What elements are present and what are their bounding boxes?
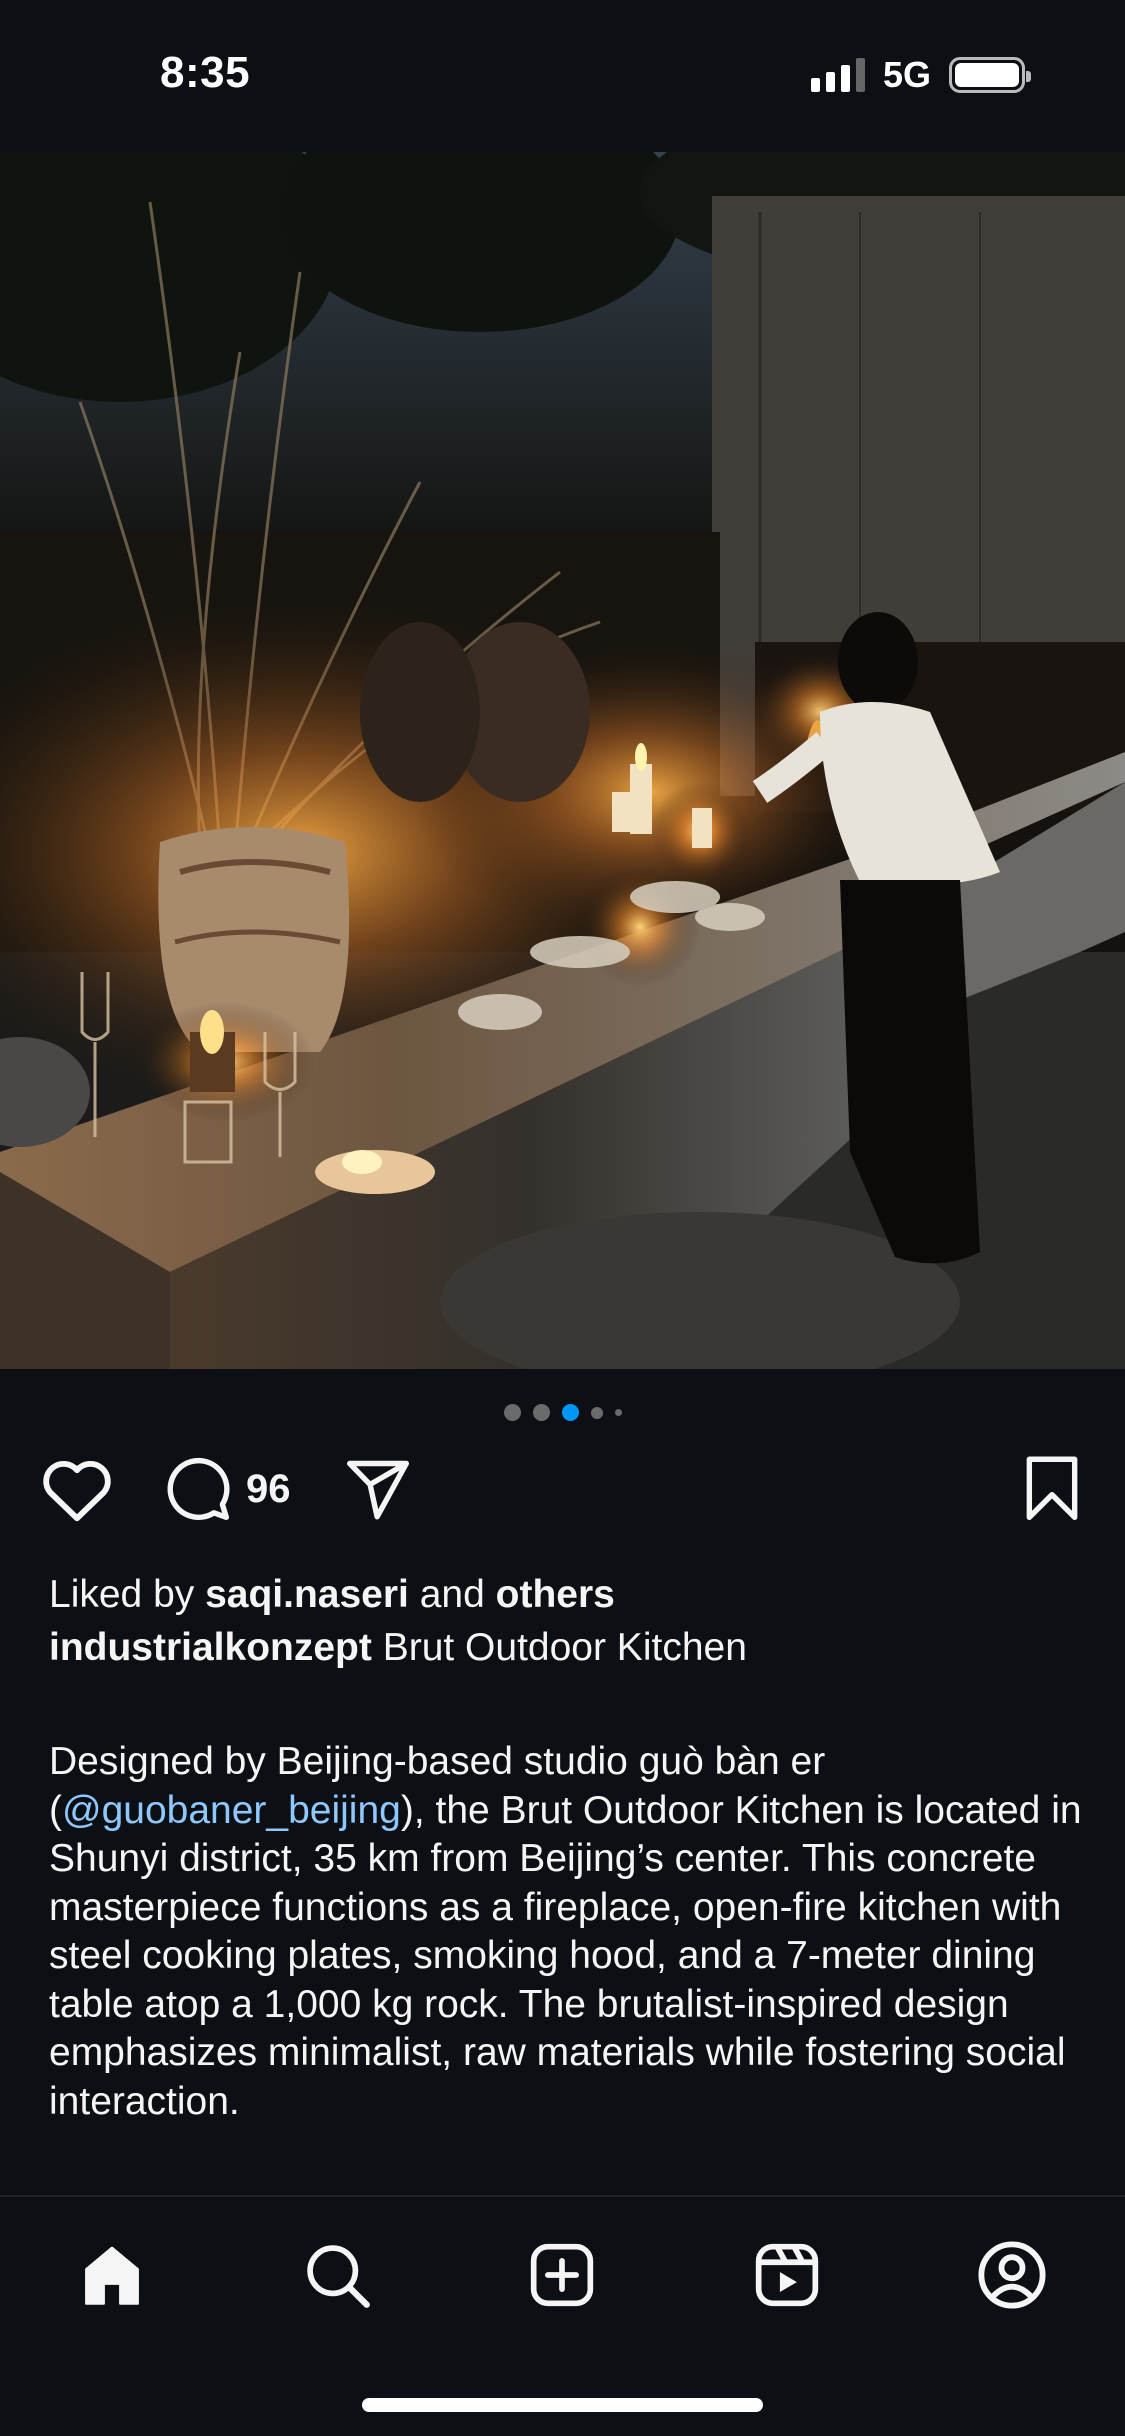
status-time: 8:35: [160, 48, 251, 97]
caption-line1: Designed by Beijing-based studio guò bàn…: [49, 1740, 826, 1783]
carousel-dot-active: [561, 1404, 579, 1421]
comment-button[interactable]: 96: [164, 1455, 291, 1523]
carousel-indicator: [0, 1404, 1125, 1421]
caption-rest: located in Shunyi district, 35 km from B…: [49, 1788, 1082, 2123]
like-button[interactable]: [40, 1455, 114, 1523]
likes-summary[interactable]: Liked by saqi.naseri and others: [49, 1573, 615, 1617]
comment-bubble-icon: [167, 1457, 230, 1521]
search-icon: [307, 2245, 370, 2308]
save-button[interactable]: [1023, 1455, 1081, 1523]
carousel-dot: [614, 1409, 622, 1416]
caption-username[interactable]: industrialkonzept: [49, 1626, 372, 1669]
caption-line2-rest: ), the Brut Outdoor Kitchen is: [400, 1788, 904, 1832]
nav-home[interactable]: [72, 2235, 152, 2315]
battery-icon: [949, 57, 1031, 93]
share-button[interactable]: [342, 1455, 414, 1523]
caption-header: industrialkonzept Brut Outdoor Kitchen: [49, 1626, 747, 1670]
reels-icon: [755, 2243, 819, 2307]
caption-body: Designed by Beijing-based studio guò bàn…: [49, 1738, 1089, 2126]
status-indicators: 5G: [810, 54, 1031, 96]
status-bar: 8:35 5G: [0, 0, 1125, 150]
home-indicator[interactable]: [362, 2398, 763, 2412]
post-photo-illustration: [0, 152, 1125, 1369]
likes-middle: and: [408, 1573, 496, 1616]
paper-plane-icon: [346, 1460, 410, 1520]
signal-bars-icon: [810, 58, 865, 92]
carousel-dot: [532, 1404, 550, 1421]
plus-square-icon: [530, 2243, 594, 2307]
nav-search[interactable]: [297, 2235, 377, 2315]
network-type: 5G: [882, 54, 931, 95]
likes-others-link[interactable]: others: [496, 1573, 615, 1616]
carousel-dot: [503, 1404, 521, 1421]
caption-open-paren: (: [49, 1788, 62, 1832]
post-actions: 96: [0, 1455, 1125, 1535]
heart-outline-icon: [43, 1461, 111, 1522]
caption-title: Brut Outdoor Kitchen: [371, 1626, 747, 1669]
comment-count: 96: [246, 1466, 291, 1511]
liked-by-username[interactable]: saqi.naseri: [205, 1573, 409, 1616]
bookmark-outline-icon: [1026, 1456, 1078, 1521]
likes-prefix: Liked by: [49, 1573, 206, 1616]
home-filled-icon: [85, 2246, 139, 2305]
nav-create[interactable]: [522, 2235, 602, 2315]
profile-avatar-icon: [978, 2241, 1046, 2309]
caption-mention-link[interactable]: @guobaner_beijing: [62, 1789, 401, 1832]
post-image[interactable]: [0, 152, 1125, 1369]
nav-profile[interactable]: [972, 2235, 1052, 2315]
carousel-dot: [590, 1406, 603, 1419]
nav-reels[interactable]: [747, 2235, 827, 2315]
